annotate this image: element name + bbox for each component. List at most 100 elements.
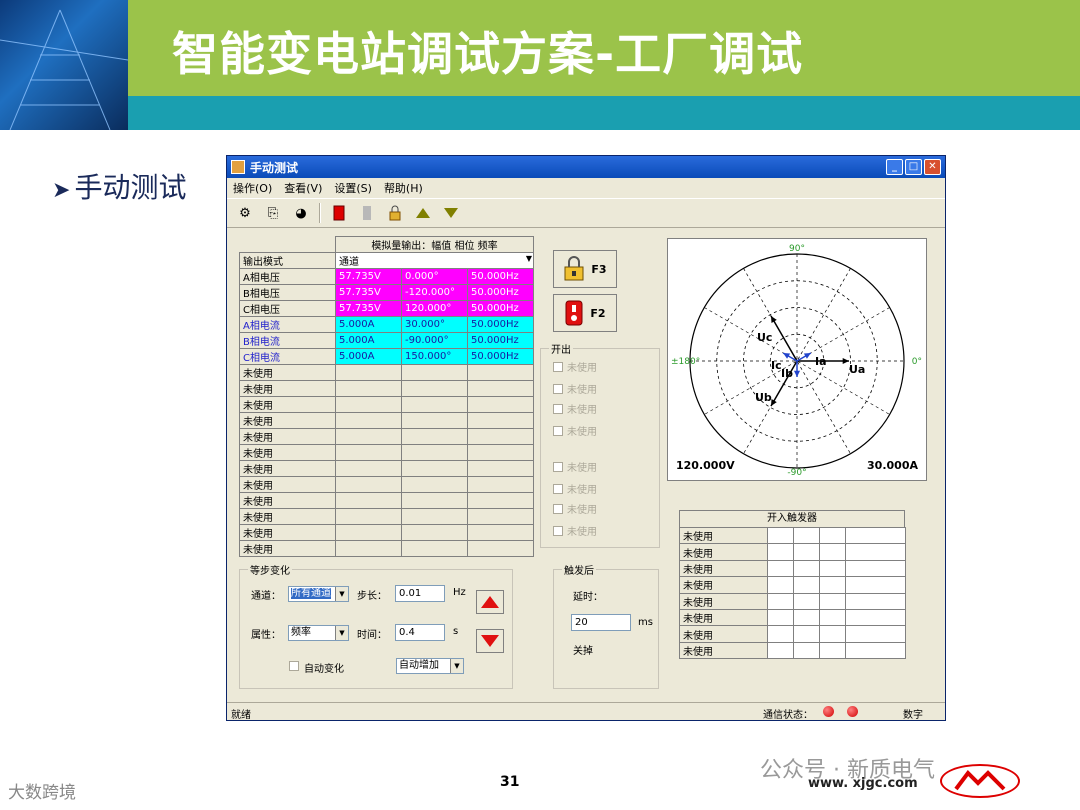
amplitude-cell[interactable]: 57.735V: [335, 284, 402, 301]
time-input[interactable]: 0.4: [395, 624, 445, 641]
phase-cell[interactable]: -120.000°: [401, 284, 468, 301]
trigger-cell[interactable]: [767, 625, 794, 643]
checkbox[interactable]: [553, 461, 563, 472]
trigger-cell[interactable]: [819, 608, 846, 627]
checkbox[interactable]: [553, 425, 563, 436]
trigger-cell[interactable]: [767, 576, 794, 594]
export-tool-icon[interactable]: ⎘: [263, 203, 283, 223]
trigger-cell[interactable]: [845, 641, 906, 660]
auto-change-checkbox[interactable]: [289, 661, 299, 671]
delay-input[interactable]: 20: [571, 614, 631, 631]
amplitude-cell[interactable]: 5.000A: [335, 348, 402, 365]
empty-cell[interactable]: [401, 428, 468, 445]
empty-cell[interactable]: [467, 524, 534, 541]
trigger-cell[interactable]: [767, 559, 794, 578]
frequency-cell[interactable]: 50.000Hz: [467, 284, 534, 301]
menu-view[interactable]: 查看(V): [284, 180, 322, 196]
trigger-cell[interactable]: [793, 625, 820, 643]
empty-cell[interactable]: [335, 524, 402, 541]
channel-select[interactable]: 所有通道 ▼: [288, 586, 349, 602]
frequency-cell[interactable]: 50.000Hz: [467, 348, 534, 365]
trigger-cell[interactable]: [819, 641, 846, 660]
settings-tool-icon[interactable]: ⚙: [235, 203, 255, 223]
trigger-cell[interactable]: [793, 641, 820, 660]
f2-button[interactable]: F2: [553, 294, 617, 332]
empty-cell[interactable]: [401, 508, 468, 525]
attribute-select[interactable]: 频率 ▼: [288, 625, 349, 641]
empty-cell[interactable]: [467, 412, 534, 429]
checkbox[interactable]: [553, 403, 563, 414]
empty-cell[interactable]: [401, 444, 468, 461]
empty-cell[interactable]: [467, 460, 534, 477]
trigger-cell[interactable]: [793, 576, 820, 594]
checkbox[interactable]: [553, 525, 563, 536]
menu-settings[interactable]: 设置(S): [334, 180, 372, 196]
step-down-button[interactable]: [476, 629, 504, 653]
chevron-down-icon[interactable]: ▼: [450, 659, 463, 673]
checkbox[interactable]: [553, 383, 563, 394]
arrow-down-tool-icon[interactable]: [441, 203, 461, 223]
f3-button[interactable]: F3: [553, 250, 617, 288]
empty-cell[interactable]: [467, 396, 534, 413]
empty-cell[interactable]: [335, 476, 402, 493]
pause-tool-icon[interactable]: [357, 203, 377, 223]
empty-cell[interactable]: [401, 364, 468, 381]
lock-tool-icon[interactable]: [385, 203, 405, 223]
trigger-cell[interactable]: [819, 592, 846, 610]
trigger-cell[interactable]: [793, 543, 820, 561]
binary-output-item[interactable]: 未使用: [553, 401, 597, 416]
empty-cell[interactable]: [335, 540, 402, 557]
binary-output-item[interactable]: 未使用: [553, 381, 597, 396]
empty-cell[interactable]: [467, 492, 534, 509]
trigger-cell[interactable]: [767, 543, 794, 561]
empty-cell[interactable]: [335, 396, 402, 413]
trigger-cell[interactable]: [819, 625, 846, 643]
trigger-cell[interactable]: [845, 559, 906, 578]
trigger-cell[interactable]: [845, 608, 906, 627]
empty-cell[interactable]: [467, 540, 534, 557]
binary-output-item[interactable]: 未使用: [553, 459, 597, 474]
empty-cell[interactable]: [335, 444, 402, 461]
chevron-down-icon[interactable]: ▼: [526, 254, 532, 263]
empty-cell[interactable]: [401, 540, 468, 557]
phase-cell[interactable]: 30.000°: [401, 316, 468, 333]
empty-cell[interactable]: [467, 444, 534, 461]
empty-cell[interactable]: [401, 396, 468, 413]
empty-cell[interactable]: [335, 428, 402, 445]
trigger-cell[interactable]: [845, 543, 906, 561]
empty-cell[interactable]: [401, 476, 468, 493]
trigger-cell[interactable]: [819, 543, 846, 561]
empty-cell[interactable]: [335, 364, 402, 381]
close-button[interactable]: ✕: [924, 159, 941, 175]
checkbox[interactable]: [553, 483, 563, 494]
trigger-cell[interactable]: [793, 526, 820, 545]
empty-cell[interactable]: [401, 460, 468, 477]
checkbox[interactable]: [553, 503, 563, 514]
amplitude-cell[interactable]: 5.000A: [335, 316, 402, 333]
phase-cell[interactable]: 150.000°: [401, 348, 468, 365]
empty-cell[interactable]: [401, 380, 468, 397]
output-mode-select[interactable]: 通道 ▼: [335, 252, 534, 269]
trigger-cell[interactable]: [793, 608, 820, 627]
trigger-cell[interactable]: [845, 526, 906, 545]
amplitude-cell[interactable]: 57.735V: [335, 268, 402, 285]
trigger-cell[interactable]: [767, 608, 794, 627]
binary-output-item[interactable]: 未使用: [553, 501, 597, 516]
trigger-cell[interactable]: [845, 576, 906, 594]
empty-cell[interactable]: [335, 508, 402, 525]
trigger-cell[interactable]: [819, 576, 846, 594]
binary-output-item[interactable]: 未使用: [553, 423, 597, 438]
amplitude-cell[interactable]: 57.735V: [335, 300, 402, 317]
empty-cell[interactable]: [401, 412, 468, 429]
chevron-down-icon[interactable]: ▼: [335, 587, 348, 601]
binary-output-item[interactable]: 未使用: [553, 481, 597, 496]
phase-cell[interactable]: 120.000°: [401, 300, 468, 317]
frequency-cell[interactable]: 50.000Hz: [467, 316, 534, 333]
empty-cell[interactable]: [467, 476, 534, 493]
trigger-cell[interactable]: [819, 526, 846, 545]
trigger-cell[interactable]: [845, 625, 906, 643]
arrow-up-tool-icon[interactable]: [413, 203, 433, 223]
empty-cell[interactable]: [467, 428, 534, 445]
trigger-cell[interactable]: [819, 559, 846, 578]
chevron-down-icon[interactable]: ▼: [335, 626, 348, 640]
